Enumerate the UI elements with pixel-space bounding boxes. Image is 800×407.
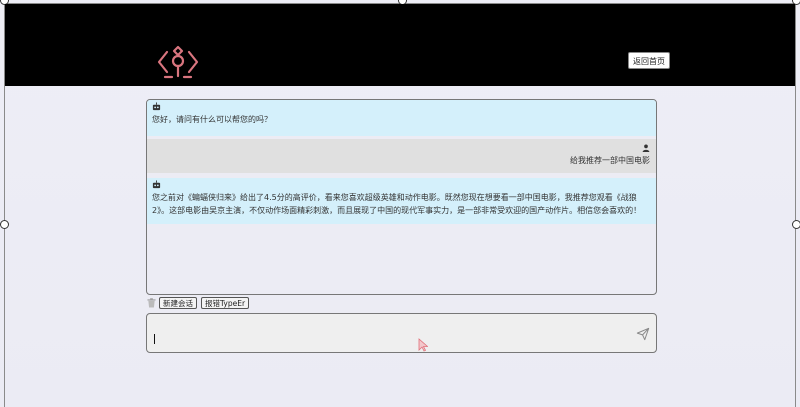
user-message: 给我推荐一部中国电影: [147, 139, 656, 173]
user-icon: [152, 143, 650, 154]
resize-handle-left[interactable]: [0, 220, 9, 229]
trash-icon[interactable]: [147, 298, 156, 308]
text-caret: [154, 334, 155, 344]
resize-handle-right[interactable]: [792, 220, 800, 229]
mouse-pointer-icon: [418, 338, 428, 352]
home-button[interactable]: 返回首页: [628, 52, 670, 69]
new-chat-button[interactable]: 新建会话: [159, 297, 197, 309]
bot-message: 您好，请问有什么可以帮您的吗？: [147, 100, 656, 136]
bot-message: 您之前对《蝙蝠侠归来》给出了4.5分的高评价，看来您喜欢超级英雄和动作电影。既然…: [147, 178, 656, 224]
user-message-text: 给我推荐一部中国电影: [570, 156, 650, 165]
message-input[interactable]: [146, 313, 657, 353]
bot-message-text: 您好，请问有什么可以帮您的吗？: [152, 115, 272, 124]
chat-history[interactable]: 您好，请问有什么可以帮您的吗？ 给我推荐一部中国电影 您之前对《蝙蝠侠归来》给出…: [146, 99, 657, 295]
robot-icon: [152, 102, 650, 113]
robot-icon: [152, 180, 650, 191]
report-typeer-button[interactable]: 报错TypeEr: [201, 297, 250, 309]
send-icon[interactable]: [636, 327, 650, 341]
header-bar: [5, 4, 795, 86]
bot-message-text: 您之前对《蝙蝠侠归来》给出了4.5分的高评价，看来您喜欢超级英雄和动作电影。既然…: [152, 193, 642, 215]
brand-logo-icon: [157, 45, 199, 79]
